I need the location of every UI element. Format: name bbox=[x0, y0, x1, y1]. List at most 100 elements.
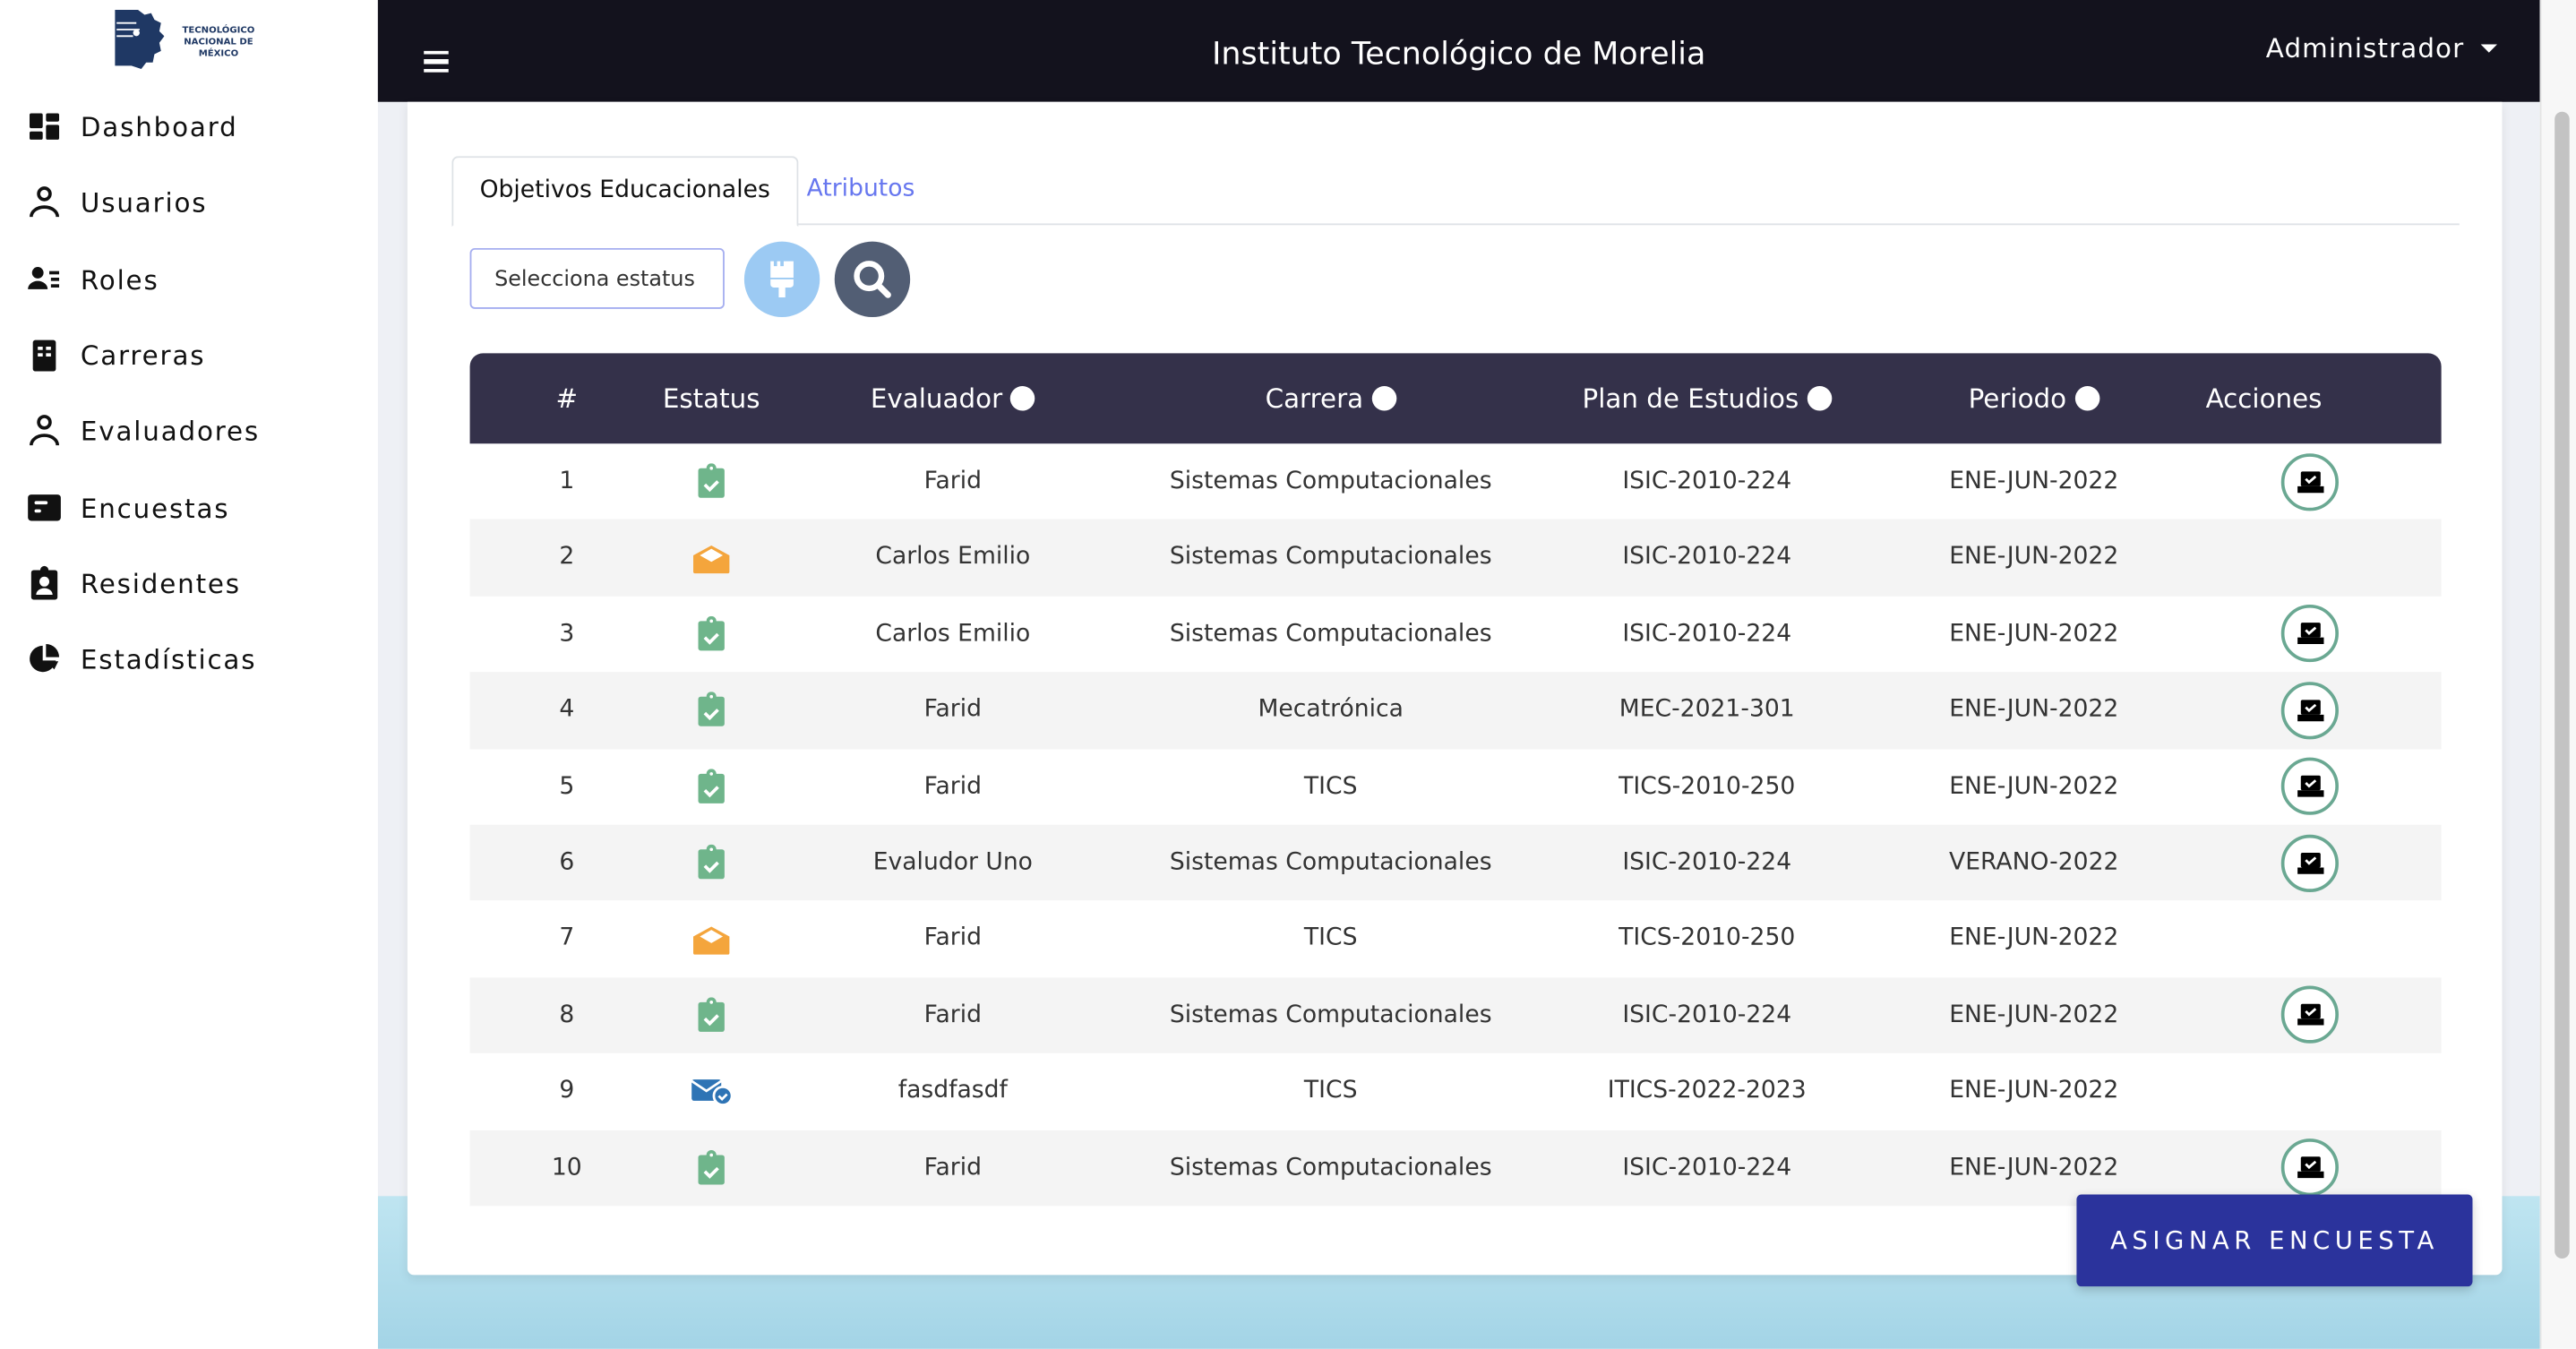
cell-n: 3 bbox=[559, 620, 575, 648]
sidebar-item-evaluadores[interactable]: Evaluadores bbox=[26, 406, 260, 455]
tabs: Objetivos Educacionales Atributos bbox=[451, 156, 2460, 228]
search-button[interactable] bbox=[834, 241, 911, 318]
status-cell bbox=[697, 1130, 726, 1206]
inbox-check-icon bbox=[2297, 852, 2323, 874]
table-row: 8 Farid Sistemas Computacionales ISIC-2010-… bbox=[469, 976, 2442, 1053]
cell-plan: ISIC-2010-224 bbox=[1622, 1154, 1792, 1181]
cell-carrera: Sistemas Computacionales bbox=[1169, 468, 1492, 495]
answer-survey-button[interactable] bbox=[2280, 681, 2339, 740]
column-header: Plan de Estudios bbox=[1583, 353, 1832, 443]
surveys-table: # Estatus Evaluador Carrera Plan de Estudios… bbox=[469, 353, 2442, 1207]
envelope-open-icon bbox=[693, 545, 730, 573]
cell-n: 4 bbox=[559, 697, 575, 724]
sidebar-item-encuestas[interactable]: Encuestas bbox=[26, 483, 229, 532]
cell-periodo: ENE-JUN-2022 bbox=[1949, 1001, 2119, 1028]
column-header: Carrera bbox=[1266, 353, 1396, 443]
clipboard-check-icon bbox=[698, 768, 725, 803]
column-header-label: Estatus bbox=[662, 382, 760, 415]
cell-carrera: Sistemas Computacionales bbox=[1169, 849, 1492, 876]
inbox-check-icon bbox=[2297, 776, 2323, 798]
sidebar-item-dashboard[interactable]: Dashboard bbox=[26, 102, 237, 151]
clipboard-check-icon bbox=[698, 997, 725, 1032]
sidebar-item-label: Residentes bbox=[80, 567, 241, 599]
cell-carrera: Sistemas Computacionales bbox=[1169, 1154, 1492, 1181]
cell-evaluador: Evaludor Uno bbox=[872, 849, 1033, 876]
content-card: Objetivos Educacionales Atributos Selecc… bbox=[407, 101, 2503, 1276]
top-bar: Instituto Tecnológico de Morelia Adminis… bbox=[377, 0, 2540, 102]
sidebar-item-label: Encuestas bbox=[80, 492, 230, 524]
envelope-check-icon bbox=[691, 1079, 734, 1106]
cell-periodo: ENE-JUN-2022 bbox=[1949, 925, 2119, 952]
table-row: 4 Farid Mecatrónica MEC-2021-301 ENE-JUN-202… bbox=[469, 672, 2442, 749]
cell-carrera: Sistemas Computacionales bbox=[1169, 620, 1492, 648]
sidebar-item-label: Dashboard bbox=[80, 110, 238, 142]
table-row: 7 Farid TICS TICS-2010-250 ENE-JUN-2022 bbox=[470, 901, 2442, 977]
cell-carrera: Mecatrónica bbox=[1258, 697, 1404, 724]
assign-survey-button[interactable]: ASIGNAR ENCUESTA bbox=[2076, 1194, 2473, 1287]
sort-toggle[interactable] bbox=[1010, 386, 1035, 411]
sidebar-item-carreras[interactable]: Carreras bbox=[26, 331, 205, 380]
cell-evaluador: Carlos Emilio bbox=[875, 620, 1031, 648]
column-header: Estatus bbox=[663, 353, 760, 443]
sidebar-item-residentes[interactable]: Residentes bbox=[26, 559, 241, 608]
user-icon bbox=[30, 415, 60, 446]
sidebar-item-estadisticas[interactable]: Estadísticas bbox=[26, 634, 256, 683]
tab-atributos[interactable]: Atributos bbox=[780, 156, 940, 223]
column-header-label: Periodo bbox=[1968, 382, 2067, 415]
status-cell bbox=[697, 825, 726, 901]
cell-evaluador: Farid bbox=[923, 468, 983, 495]
sort-toggle[interactable] bbox=[2074, 386, 2099, 411]
cell-plan: TICS-2010-250 bbox=[1619, 925, 1796, 952]
user-menu[interactable]: Administrador bbox=[2266, 33, 2497, 64]
scrollbar[interactable] bbox=[2539, 0, 2576, 1349]
paint-brush-icon bbox=[770, 261, 794, 297]
inbox-check-icon bbox=[2297, 1004, 2323, 1027]
inbox-check-icon bbox=[2297, 700, 2323, 721]
clear-filter-button[interactable] bbox=[743, 241, 820, 318]
cell-plan: ITICS-2022-2023 bbox=[1607, 1078, 1807, 1104]
sidebar-item-label: Estadísticas bbox=[80, 643, 257, 674]
cell-n: 10 bbox=[551, 1154, 582, 1181]
cell-plan: TICS-2010-250 bbox=[1619, 773, 1796, 800]
cell-evaluador: Farid bbox=[923, 1001, 983, 1028]
scrollbar-thumb[interactable] bbox=[2555, 111, 2570, 1259]
column-header: Evaluador bbox=[871, 353, 1035, 443]
answer-survey-button[interactable] bbox=[2280, 1138, 2339, 1197]
inbox-check-icon bbox=[2297, 623, 2323, 645]
column-header-label: Carrera bbox=[1265, 382, 1364, 415]
cell-periodo: ENE-JUN-2022 bbox=[1949, 773, 2119, 800]
sidebar: TECNOLÓGICO NACIONAL DE MÉXICO Dashboard… bbox=[0, 0, 378, 1349]
user-icon bbox=[30, 186, 60, 218]
cell-n: 7 bbox=[559, 925, 575, 952]
sidebar-item-usuarios[interactable]: Usuarios bbox=[26, 177, 207, 227]
cell-evaluador: Farid bbox=[923, 773, 983, 800]
cell-periodo: ENE-JUN-2022 bbox=[1949, 697, 2119, 724]
sidebar-item-roles[interactable]: Roles bbox=[26, 254, 159, 304]
cell-periodo: ENE-JUN-2022 bbox=[1949, 620, 2119, 648]
logo: TECNOLÓGICO NACIONAL DE MÉXICO bbox=[108, 6, 270, 79]
building-icon bbox=[32, 339, 56, 372]
answer-survey-button[interactable] bbox=[2280, 605, 2339, 664]
inbox-check-icon bbox=[2297, 470, 2323, 493]
sort-toggle[interactable] bbox=[1371, 386, 1396, 411]
tab-objetivos-educacionales[interactable]: Objetivos Educacionales bbox=[451, 156, 798, 228]
status-select[interactable]: Selecciona estatus bbox=[469, 247, 725, 309]
answer-survey-button[interactable] bbox=[2280, 452, 2339, 511]
sort-toggle[interactable] bbox=[1807, 386, 1832, 411]
status-cell bbox=[697, 443, 726, 520]
cell-evaluador: Farid bbox=[923, 925, 983, 952]
status-cell bbox=[691, 901, 731, 977]
cell-evaluador: fasdfasdf bbox=[897, 1078, 1008, 1104]
column-header: Acciones bbox=[2206, 353, 2323, 443]
cell-carrera: Sistemas Computacionales bbox=[1169, 1001, 1492, 1028]
answer-survey-button[interactable] bbox=[2280, 758, 2339, 816]
answer-survey-button[interactable] bbox=[2280, 986, 2339, 1044]
clipboard-user-icon bbox=[30, 565, 58, 600]
clipboard-check-icon bbox=[698, 692, 725, 727]
table-row: 5 Farid TICS TICS-2010-250 ENE-JUN-2022 bbox=[470, 749, 2442, 825]
cell-evaluador: Farid bbox=[923, 1154, 983, 1181]
user-name: Administrador bbox=[2265, 32, 2465, 64]
sidebar-item-label: Usuarios bbox=[80, 186, 208, 219]
cell-periodo: ENE-JUN-2022 bbox=[1949, 544, 2119, 571]
answer-survey-button[interactable] bbox=[2280, 834, 2339, 892]
